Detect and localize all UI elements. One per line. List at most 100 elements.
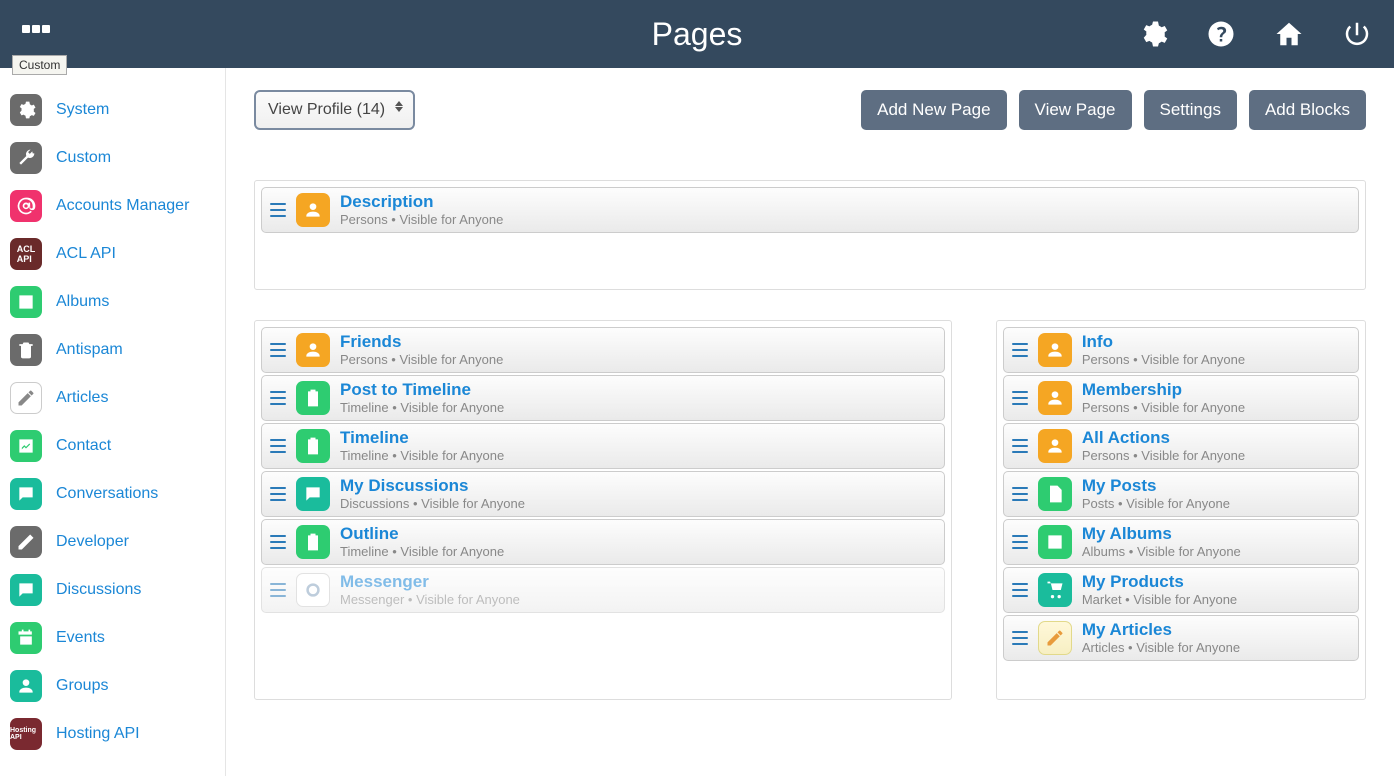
- sidebar-item-label: ACL API: [56, 245, 116, 263]
- drag-handle-icon[interactable]: [1012, 391, 1028, 405]
- header-actions: [1138, 19, 1372, 49]
- acl-icon: ACLAPI: [10, 238, 42, 270]
- drag-handle-icon[interactable]: [1012, 631, 1028, 645]
- drag-handle-icon[interactable]: [270, 391, 286, 405]
- sidebar-item-label: Albums: [56, 293, 109, 311]
- drag-handle-icon[interactable]: [270, 487, 286, 501]
- circle-icon: [296, 573, 330, 607]
- cart-icon: [1038, 573, 1072, 607]
- block-title: Info: [1082, 333, 1245, 352]
- sidebar-item-conversations[interactable]: Conversations: [10, 470, 215, 518]
- block-my-products[interactable]: My ProductsMarket • Visible for Anyone: [1003, 567, 1359, 613]
- page-select-label: View Profile (14): [268, 101, 385, 119]
- help-icon[interactable]: [1206, 19, 1236, 49]
- sidebar-item-albums[interactable]: Albums: [10, 278, 215, 326]
- chat-icon: [10, 478, 42, 510]
- block-subtitle: Persons • Visible for Anyone: [340, 352, 503, 367]
- chat-icon: [296, 477, 330, 511]
- drag-handle-icon[interactable]: [1012, 439, 1028, 453]
- block-subtitle: Persons • Visible for Anyone: [1082, 352, 1245, 367]
- left-block-area: FriendsPersons • Visible for AnyonePost …: [254, 320, 952, 700]
- sidebar-item-system[interactable]: System: [10, 86, 215, 134]
- block-timeline[interactable]: TimelineTimeline • Visible for Anyone: [261, 423, 945, 469]
- sidebar-item-hosting-api[interactable]: Hosting API Hosting API: [10, 710, 215, 758]
- sidebar-item-contact[interactable]: Contact: [10, 422, 215, 470]
- clipboard-icon: [296, 525, 330, 559]
- block-post-to-timeline[interactable]: Post to TimelineTimeline • Visible for A…: [261, 375, 945, 421]
- right-block-area: InfoPersons • Visible for AnyoneMembersh…: [996, 320, 1366, 700]
- apps-menu[interactable]: Custom: [22, 25, 52, 43]
- drag-handle-icon[interactable]: [270, 535, 286, 549]
- drag-handle-icon[interactable]: [270, 203, 286, 217]
- sidebar-item-label: Hosting API: [56, 725, 140, 743]
- block-subtitle: Discussions • Visible for Anyone: [340, 496, 525, 511]
- apps-icon: [22, 25, 52, 43]
- block-my-albums[interactable]: My AlbumsAlbums • Visible for Anyone: [1003, 519, 1359, 565]
- sidebar-item-label: Antispam: [56, 341, 123, 359]
- block-subtitle: Persons • Visible for Anyone: [1082, 448, 1245, 463]
- edit-icon: [10, 430, 42, 462]
- image-icon: [10, 286, 42, 318]
- block-membership[interactable]: MembershipPersons • Visible for Anyone: [1003, 375, 1359, 421]
- view-page-button[interactable]: View Page: [1019, 90, 1132, 130]
- block-subtitle: Timeline • Visible for Anyone: [340, 448, 504, 463]
- sidebar-item-acl-api[interactable]: ACLAPI ACL API: [10, 230, 215, 278]
- sidebar-item-developer[interactable]: Developer: [10, 518, 215, 566]
- calendar-icon: [10, 622, 42, 654]
- drag-handle-icon[interactable]: [270, 343, 286, 357]
- block-outline[interactable]: OutlineTimeline • Visible for Anyone: [261, 519, 945, 565]
- drag-handle-icon[interactable]: [1012, 583, 1028, 597]
- block-messenger[interactable]: MessengerMessenger • Visible for Anyone: [261, 567, 945, 613]
- doc-icon: [1038, 477, 1072, 511]
- sidebar-item-label: Groups: [56, 677, 108, 695]
- block-friends[interactable]: FriendsPersons • Visible for Anyone: [261, 327, 945, 373]
- chat-icon: [10, 574, 42, 606]
- power-icon[interactable]: [1342, 19, 1372, 49]
- sidebar-item-custom[interactable]: Custom: [10, 134, 215, 182]
- sidebar-item-label: Conversations: [56, 485, 158, 503]
- drag-handle-icon[interactable]: [1012, 487, 1028, 501]
- sidebar-item-label: Accounts Manager: [56, 197, 189, 215]
- users-icon: [296, 333, 330, 367]
- settings-icon[interactable]: [1138, 19, 1168, 49]
- block-subtitle: Market • Visible for Anyone: [1082, 592, 1237, 607]
- block-info[interactable]: InfoPersons • Visible for Anyone: [1003, 327, 1359, 373]
- page-select[interactable]: View Profile (14): [254, 90, 415, 130]
- pencil-icon: [1038, 621, 1072, 655]
- add-new-page-button[interactable]: Add New Page: [861, 90, 1006, 130]
- users-icon: [1038, 333, 1072, 367]
- block-subtitle: Persons • Visible for Anyone: [1082, 400, 1245, 415]
- block-description[interactable]: DescriptionPersons • Visible for Anyone: [261, 187, 1359, 233]
- drag-handle-icon[interactable]: [270, 583, 286, 597]
- block-my-articles[interactable]: My ArticlesArticles • Visible for Anyone: [1003, 615, 1359, 661]
- sidebar-item-label: Events: [56, 629, 105, 647]
- block-my-discussions[interactable]: My DiscussionsDiscussions • Visible for …: [261, 471, 945, 517]
- sidebar-item-groups[interactable]: Groups: [10, 662, 215, 710]
- sidebar-item-discussions[interactable]: Discussions: [10, 566, 215, 614]
- drag-handle-icon[interactable]: [1012, 343, 1028, 357]
- add-blocks-button[interactable]: Add Blocks: [1249, 90, 1366, 130]
- sidebar-item-articles[interactable]: Articles: [10, 374, 215, 422]
- wand-icon: [10, 526, 42, 558]
- block-title: My Products: [1082, 573, 1237, 592]
- block-subtitle: Timeline • Visible for Anyone: [340, 544, 504, 559]
- sidebar-item-events[interactable]: Events: [10, 614, 215, 662]
- sidebar: SystemCustom Accounts Manager ACLAPI ACL AP…: [0, 68, 226, 776]
- sidebar-item-accounts-manager[interactable]: Accounts Manager: [10, 182, 215, 230]
- block-subtitle: Persons • Visible for Anyone: [340, 212, 503, 227]
- drag-handle-icon[interactable]: [270, 439, 286, 453]
- block-my-posts[interactable]: My PostsPosts • Visible for Anyone: [1003, 471, 1359, 517]
- gear-icon: [10, 94, 42, 126]
- block-all-actions[interactable]: All ActionsPersons • Visible for Anyone: [1003, 423, 1359, 469]
- home-icon[interactable]: [1274, 19, 1304, 49]
- drag-handle-icon[interactable]: [1012, 535, 1028, 549]
- block-subtitle: Messenger • Visible for Anyone: [340, 592, 520, 607]
- settings-button[interactable]: Settings: [1144, 90, 1237, 130]
- users-icon: [296, 193, 330, 227]
- host-icon: Hosting API: [10, 718, 42, 750]
- block-title: My Posts: [1082, 477, 1230, 496]
- image-icon: [1038, 525, 1072, 559]
- sidebar-item-antispam[interactable]: Antispam: [10, 326, 215, 374]
- toolbar: View Profile (14) Add New Page View Page…: [254, 90, 1366, 130]
- users-icon: [1038, 429, 1072, 463]
